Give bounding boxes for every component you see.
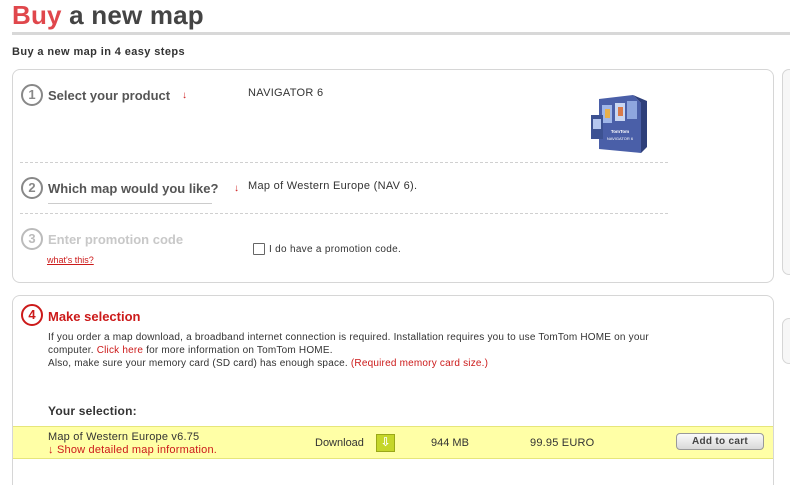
page-title-accent: Buy: [12, 0, 62, 30]
down-arrow-icon: ↓: [48, 444, 54, 456]
side-panel-bottom: [782, 318, 790, 364]
click-here-link[interactable]: Click here: [97, 345, 143, 356]
detailed-map-info-label: Show detailed map information.: [56, 444, 218, 456]
info-line-2: computer. Click here for more informatio…: [48, 345, 333, 356]
step-1-number: 1: [21, 84, 43, 106]
page-title-rest: a new map: [69, 0, 204, 30]
step-2-label: Which map would you like?: [48, 181, 219, 196]
download-icon: ⇩: [376, 434, 395, 452]
info-line-1: If you order a map download, a broadband…: [48, 332, 649, 343]
step-2-underline: [48, 203, 212, 204]
selection-item-name: Map of Western Europe v6.75: [48, 431, 200, 443]
step-divider: [20, 162, 668, 163]
step-4-number: 4: [21, 304, 43, 326]
your-selection-heading: Your selection:: [48, 404, 137, 418]
step-1-label: Select your product: [48, 88, 171, 103]
step-4-label: Make selection: [48, 309, 141, 324]
info-line-2-post: for more information on TomTom HOME.: [146, 345, 333, 356]
product-box-image: TomTom NAVIGATOR 6: [589, 95, 651, 153]
promotion-code-checkbox-label[interactable]: I do have a promotion code.: [269, 244, 401, 255]
promotion-code-checkbox[interactable]: [253, 243, 265, 255]
page-title: Buy a new map: [12, 0, 204, 30]
delivery-method: Download: [315, 437, 364, 449]
page-subtitle: Buy a new map in 4 easy steps: [12, 46, 186, 58]
info-line-3: Also, make sure your memory card (SD car…: [48, 358, 488, 369]
add-to-cart-button[interactable]: Add to cart: [676, 433, 764, 450]
selection-row: Map of Western Europe v6.75 ↓ Show detai…: [13, 426, 773, 459]
info-line-3-pre: Also, make sure your memory card (SD car…: [48, 358, 348, 369]
step-2-number: 2: [21, 177, 43, 199]
title-divider: [12, 32, 790, 35]
download-size: 944 MB: [431, 437, 469, 449]
price: 99.95 EURO: [530, 437, 595, 449]
down-arrow-icon: ↓: [234, 183, 239, 194]
detailed-map-info-link[interactable]: ↓ Show detailed map information.: [48, 444, 217, 456]
step-divider: [20, 213, 668, 214]
step-1-value[interactable]: NAVIGATOR 6: [248, 87, 323, 99]
step-3-label: Enter promotion code: [48, 232, 184, 247]
product-box-name: NAVIGATOR 6: [607, 136, 634, 141]
step-2-value[interactable]: Map of Western Europe (NAV 6).: [248, 180, 417, 192]
side-panel-top: [782, 69, 790, 275]
down-arrow-icon: ↓: [182, 90, 187, 101]
whats-this-link[interactable]: what's this?: [47, 255, 94, 265]
product-box-brand: TomTom: [611, 129, 629, 134]
memory-card-size-link[interactable]: (Required memory card size.): [351, 358, 488, 369]
step-3-number: 3: [21, 228, 43, 250]
info-line-2-pre: computer.: [48, 345, 94, 356]
